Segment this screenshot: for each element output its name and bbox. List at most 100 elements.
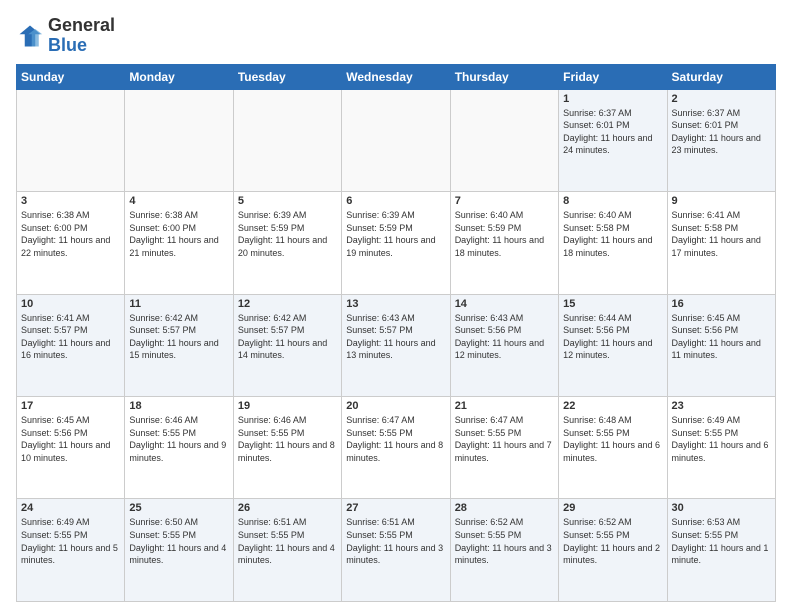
day-info: Sunrise: 6:46 AM Sunset: 5:55 PM Dayligh… <box>238 414 337 464</box>
day-info: Sunrise: 6:41 AM Sunset: 5:58 PM Dayligh… <box>672 209 771 259</box>
week-row-4: 17 Sunrise: 6:45 AM Sunset: 5:56 PM Dayli… <box>17 397 776 499</box>
day-cell: 12Sunrise: 6:42 AM Sunset: 5:57 PM Dayli… <box>233 294 341 396</box>
day-number: 17 <box>21 400 120 412</box>
day-info: Sunrise: 6:46 AM Sunset: 5:55 PM Dayligh… <box>129 414 228 464</box>
day-number: 8 <box>563 195 662 207</box>
day-cell: 11Sunrise: 6:42 AM Sunset: 5:57 PM Dayli… <box>125 294 233 396</box>
day-cell: 24 Sunrise: 6:49 AM Sunset: 5:55 PM Dayli… <box>17 499 125 602</box>
day-info: Sunrise: 6:42 AM Sunset: 5:57 PM Dayligh… <box>129 312 228 362</box>
day-cell: 9 Sunrise: 6:41 AM Sunset: 5:58 PM Daylig… <box>667 192 775 294</box>
day-info: Sunrise: 6:52 AM Sunset: 5:55 PM Dayligh… <box>563 516 662 566</box>
day-cell: 3 Sunrise: 6:38 AM Sunset: 6:00 PM Daylig… <box>17 192 125 294</box>
day-cell: 29 Sunrise: 6:52 AM Sunset: 5:55 PM Dayli… <box>559 499 667 602</box>
day-number: 20 <box>346 400 445 412</box>
day-info: Sunrise: 6:38 AM Sunset: 6:00 PM Dayligh… <box>21 209 120 259</box>
day-cell <box>17 89 125 191</box>
day-cell: 27 Sunrise: 6:51 AM Sunset: 5:55 PM Dayli… <box>342 499 450 602</box>
day-number: 10 <box>21 298 120 310</box>
day-info: Sunrise: 6:53 AM Sunset: 5:55 PM Dayligh… <box>672 516 771 566</box>
day-info: Sunrise: 6:50 AM Sunset: 5:55 PM Dayligh… <box>129 516 228 566</box>
day-number: 5 <box>238 195 337 207</box>
day-cell: 20 Sunrise: 6:47 AM Sunset: 5:55 PM Dayli… <box>342 397 450 499</box>
day-cell: 10 Sunrise: 6:41 AM Sunset: 5:57 PM Dayli… <box>17 294 125 396</box>
day-cell: 16Sunrise: 6:45 AM Sunset: 5:56 PM Dayli… <box>667 294 775 396</box>
day-info: Sunrise: 6:41 AM Sunset: 5:57 PM Dayligh… <box>21 312 120 362</box>
day-cell: 23 Sunrise: 6:49 AM Sunset: 5:55 PM Dayli… <box>667 397 775 499</box>
day-info: Sunrise: 6:47 AM Sunset: 5:55 PM Dayligh… <box>455 414 554 464</box>
day-info: Sunrise: 6:49 AM Sunset: 5:55 PM Dayligh… <box>672 414 771 464</box>
day-number: 9 <box>672 195 771 207</box>
day-number: 24 <box>21 502 120 514</box>
day-info: Sunrise: 6:47 AM Sunset: 5:55 PM Dayligh… <box>346 414 445 464</box>
day-number: 27 <box>346 502 445 514</box>
day-number: 25 <box>129 502 228 514</box>
logo: General Blue <box>16 16 115 56</box>
day-cell: 26 Sunrise: 6:51 AM Sunset: 5:55 PM Dayli… <box>233 499 341 602</box>
day-info: Sunrise: 6:51 AM Sunset: 5:55 PM Dayligh… <box>238 516 337 566</box>
day-number: 26 <box>238 502 337 514</box>
day-info: Sunrise: 6:39 AM Sunset: 5:59 PM Dayligh… <box>346 209 445 259</box>
week-row-3: 10 Sunrise: 6:41 AM Sunset: 5:57 PM Dayli… <box>17 294 776 396</box>
day-number: 13 <box>346 298 445 310</box>
day-info: Sunrise: 6:40 AM Sunset: 5:58 PM Dayligh… <box>563 209 662 259</box>
day-info: Sunrise: 6:51 AM Sunset: 5:55 PM Dayligh… <box>346 516 445 566</box>
day-cell <box>125 89 233 191</box>
day-cell: 13 Sunrise: 6:43 AM Sunset: 5:57 PM Dayli… <box>342 294 450 396</box>
day-number: 29 <box>563 502 662 514</box>
weekday-header-tuesday: Tuesday <box>233 64 341 89</box>
day-number: 14 <box>455 298 554 310</box>
day-number: 3 <box>21 195 120 207</box>
calendar: SundayMondayTuesdayWednesdayThursdayFrid… <box>16 64 776 602</box>
day-cell: 28 Sunrise: 6:52 AM Sunset: 5:55 PM Dayli… <box>450 499 558 602</box>
day-number: 28 <box>455 502 554 514</box>
day-cell: 18 Sunrise: 6:46 AM Sunset: 5:55 PM Dayli… <box>125 397 233 499</box>
day-number: 6 <box>346 195 445 207</box>
weekday-header-row: SundayMondayTuesdayWednesdayThursdayFrid… <box>17 64 776 89</box>
day-info: Sunrise: 6:39 AM Sunset: 5:59 PM Dayligh… <box>238 209 337 259</box>
weekday-header-monday: Monday <box>125 64 233 89</box>
day-info: Sunrise: 6:44 AM Sunset: 5:56 PM Dayligh… <box>563 312 662 362</box>
day-cell: 30 Sunrise: 6:53 AM Sunset: 5:55 PM Dayli… <box>667 499 775 602</box>
page: General Blue SundayMondayTuesdayWednesda… <box>0 0 792 612</box>
day-cell <box>233 89 341 191</box>
day-number: 2 <box>672 93 771 105</box>
day-cell: 1 Sunrise: 6:37 AM Sunset: 6:01 PM Daylig… <box>559 89 667 191</box>
day-number: 21 <box>455 400 554 412</box>
day-number: 18 <box>129 400 228 412</box>
day-number: 12 <box>238 298 337 310</box>
week-row-2: 3 Sunrise: 6:38 AM Sunset: 6:00 PM Daylig… <box>17 192 776 294</box>
week-row-5: 24 Sunrise: 6:49 AM Sunset: 5:55 PM Dayli… <box>17 499 776 602</box>
weekday-header-wednesday: Wednesday <box>342 64 450 89</box>
day-cell: 15 Sunrise: 6:44 AM Sunset: 5:56 PM Dayli… <box>559 294 667 396</box>
day-info: Sunrise: 6:37 AM Sunset: 6:01 PM Dayligh… <box>563 107 662 157</box>
day-number: 19 <box>238 400 337 412</box>
day-info: Sunrise: 6:43 AM Sunset: 5:56 PM Dayligh… <box>455 312 554 362</box>
day-number: 16 <box>672 298 771 310</box>
day-cell: 25 Sunrise: 6:50 AM Sunset: 5:55 PM Dayli… <box>125 499 233 602</box>
day-cell: 2 Sunrise: 6:37 AM Sunset: 6:01 PM Daylig… <box>667 89 775 191</box>
day-info: Sunrise: 6:52 AM Sunset: 5:55 PM Dayligh… <box>455 516 554 566</box>
day-cell <box>342 89 450 191</box>
weekday-header-friday: Friday <box>559 64 667 89</box>
day-number: 30 <box>672 502 771 514</box>
logo-icon <box>16 22 44 50</box>
day-number: 1 <box>563 93 662 105</box>
day-info: Sunrise: 6:37 AM Sunset: 6:01 PM Dayligh… <box>672 107 771 157</box>
logo-text: General Blue <box>48 16 115 56</box>
day-info: Sunrise: 6:43 AM Sunset: 5:57 PM Dayligh… <box>346 312 445 362</box>
day-cell: 4Sunrise: 6:38 AM Sunset: 6:00 PM Daylig… <box>125 192 233 294</box>
day-info: Sunrise: 6:45 AM Sunset: 5:56 PM Dayligh… <box>21 414 120 464</box>
day-cell: 22Sunrise: 6:48 AM Sunset: 5:55 PM Dayli… <box>559 397 667 499</box>
day-cell: 17 Sunrise: 6:45 AM Sunset: 5:56 PM Dayli… <box>17 397 125 499</box>
week-row-1: 1 Sunrise: 6:37 AM Sunset: 6:01 PM Daylig… <box>17 89 776 191</box>
day-info: Sunrise: 6:40 AM Sunset: 5:59 PM Dayligh… <box>455 209 554 259</box>
day-cell <box>450 89 558 191</box>
weekday-header-saturday: Saturday <box>667 64 775 89</box>
day-cell: 7Sunrise: 6:40 AM Sunset: 5:59 PM Daylig… <box>450 192 558 294</box>
day-info: Sunrise: 6:49 AM Sunset: 5:55 PM Dayligh… <box>21 516 120 566</box>
day-number: 23 <box>672 400 771 412</box>
day-cell: 14 Sunrise: 6:43 AM Sunset: 5:56 PM Dayli… <box>450 294 558 396</box>
day-cell: 6 Sunrise: 6:39 AM Sunset: 5:59 PM Daylig… <box>342 192 450 294</box>
day-number: 15 <box>563 298 662 310</box>
header: General Blue <box>16 16 776 56</box>
